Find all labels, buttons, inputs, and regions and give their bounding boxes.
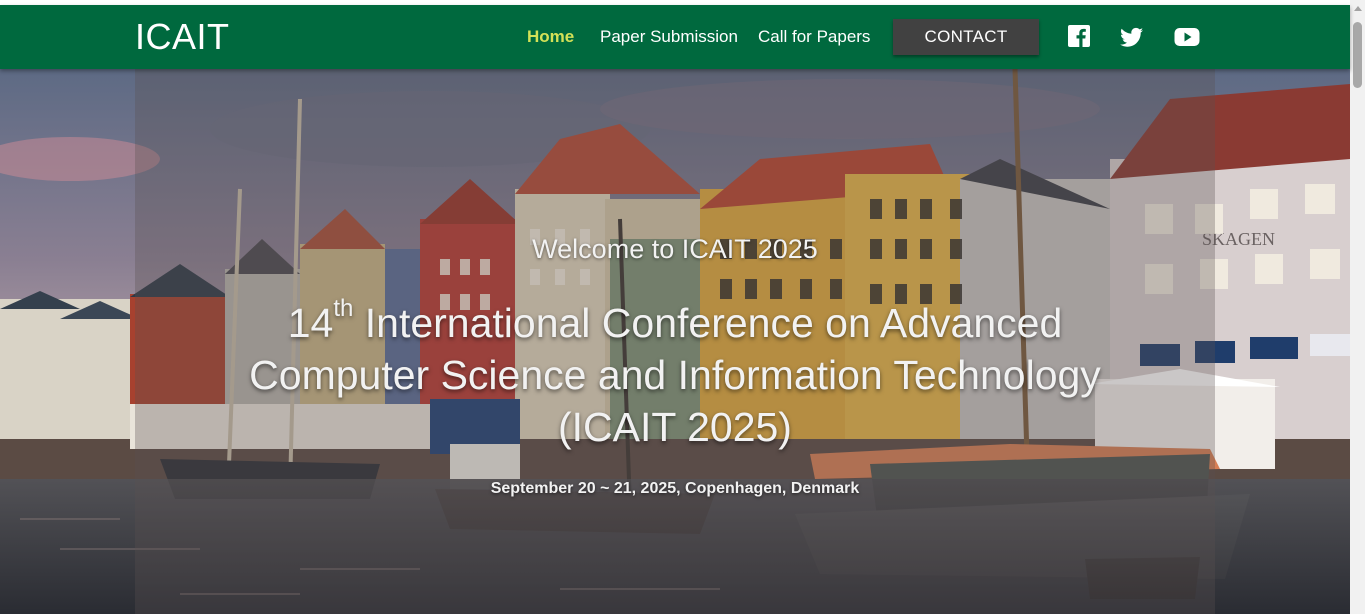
nav-call-for-papers[interactable]: Call for Papers: [758, 27, 870, 47]
nav-home[interactable]: Home: [527, 27, 574, 47]
title-ordinal-suffix: th: [333, 295, 354, 322]
conference-title: 14th International Conference on Advance…: [135, 297, 1215, 453]
navbar: ICAIT Home Paper Submission Call for Pap…: [0, 5, 1350, 69]
welcome-heading: Welcome to ICAIT 2025: [532, 234, 818, 264]
nav-paper-submission[interactable]: Paper Submission: [600, 27, 738, 47]
contact-button[interactable]: CONTACT: [893, 19, 1039, 55]
conference-date-location: September 20 ~ 21, 2025, Copenhagen, Den…: [490, 480, 860, 497]
scroll-up-arrow-icon[interactable]: [1354, 6, 1362, 11]
twitter-icon[interactable]: [1119, 24, 1145, 50]
title-number: 14: [287, 300, 334, 346]
youtube-icon[interactable]: [1174, 24, 1200, 50]
title-line2: Computer Science and Information Technol…: [249, 352, 1101, 398]
title-line3: (ICAIT 2025): [558, 404, 792, 450]
vertical-scrollbar[interactable]: [1350, 0, 1365, 614]
brand-logo[interactable]: ICAIT: [135, 16, 230, 58]
facebook-icon[interactable]: [1067, 24, 1093, 50]
title-line1: International Conference on Advanced: [353, 300, 1063, 346]
scroll-thumb[interactable]: [1353, 22, 1362, 88]
hero-banner: SKAGEN Welcome to ICAIT 2025 14th Intern…: [0, 69, 1350, 614]
